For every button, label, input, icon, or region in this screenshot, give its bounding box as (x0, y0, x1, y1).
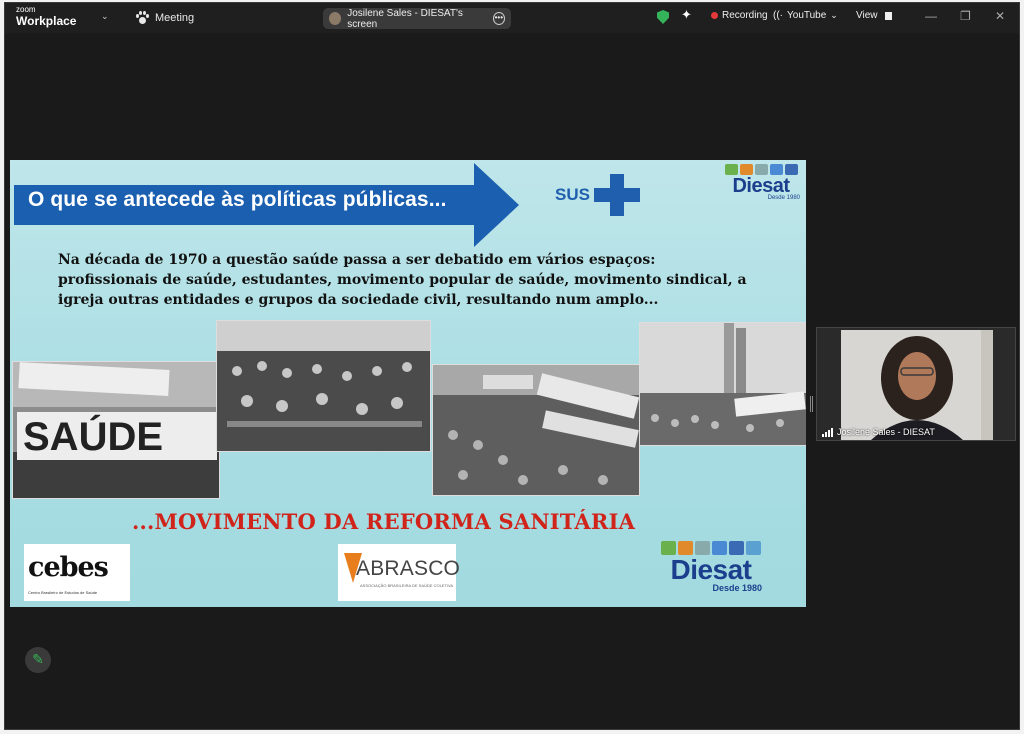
diesat-logo-top: Diesat Desde 1980 (722, 164, 800, 201)
sus-logo: SUS (555, 174, 640, 216)
brasilia-rally-photo (639, 322, 806, 446)
recording-label: Recording (722, 10, 768, 21)
resize-handle[interactable] (810, 396, 813, 412)
diesat-icons (660, 541, 762, 555)
brand-name-label: Workplace (16, 14, 77, 28)
annotate-pencil-icon[interactable]: ✎ (25, 647, 51, 673)
live-stream-icon: ((· (773, 10, 783, 21)
photo-banner-text: SAÚDE (23, 413, 163, 459)
view-button[interactable]: View (856, 10, 892, 21)
more-options-icon[interactable]: ••• (492, 12, 505, 25)
meeting-menu[interactable]: Meeting (135, 11, 194, 25)
view-label: View (856, 10, 878, 21)
participant-name-tag: Josilene Sales - DIESAT (822, 427, 935, 437)
assembly-photo (216, 320, 431, 452)
cebes-subtitle: Centro Brasileiro de Estudos de Saúde (28, 590, 98, 595)
zoom-window: zoom Workplace ⌄ Meeting Josilene Sales … (4, 2, 1020, 730)
participant-name: Josilene Sales - DIESAT (837, 427, 935, 437)
shared-slide: O que se antecede às políticas públicas.… (10, 160, 806, 607)
paw-icon (135, 11, 149, 25)
close-icon[interactable]: ✕ (995, 9, 1005, 23)
meeting-label: Meeting (155, 12, 195, 24)
ai-companion-icon[interactable]: ✦ (681, 7, 692, 23)
slide-paragraph: Na década de 1970 a questão saúde passa … (58, 252, 747, 308)
title-bar: zoom Workplace ⌄ Meeting Josilene Sales … (5, 3, 1019, 33)
recording-dot-icon (711, 12, 718, 19)
slide-title: O que se antecede às políticas públicas.… (28, 188, 447, 211)
audio-level-icon (822, 427, 833, 437)
security-shield-icon[interactable] (657, 10, 669, 24)
march-photo (432, 364, 640, 496)
cebes-name: cebes (28, 552, 109, 583)
recording-indicator[interactable]: Recording (711, 10, 768, 21)
participant-video-tile[interactable]: Josilene Sales - DIESAT (810, 327, 1016, 441)
diesat-name: Diesat (670, 554, 752, 585)
participant-video (841, 330, 993, 440)
abrasco-subtitle: ASSOCIAÇÃO BRASILEIRA DE SAÚDE COLETIVA (360, 583, 454, 588)
movement-title: ...MOVIMENTO DA REFORMA SANITÁRIA (132, 509, 636, 534)
sus-cross-icon (593, 174, 640, 216)
chevron-down-icon: ⌄ (830, 10, 838, 20)
zoom-workplace-logo[interactable]: zoom Workplace (16, 5, 77, 28)
chevron-down-icon[interactable]: ⌄ (101, 11, 109, 22)
diesat-icons (722, 164, 800, 175)
share-label: Josilene Sales - DIESAT's screen (347, 7, 463, 30)
abrasco-name: ABRASCO (356, 557, 461, 580)
abrasco-logo: ABRASCO ASSOCIAÇÃO BRASILEIRA DE SAÚDE C… (338, 544, 460, 601)
screen-share-indicator[interactable]: Josilene Sales - DIESAT's screen ••• (323, 7, 511, 30)
sus-label: SUS (555, 185, 590, 204)
view-layout-icon (884, 11, 892, 20)
diesat-logo-bottom: Diesat Desde 1980 (660, 541, 762, 593)
cebes-logo: cebes Centro Brasileiro de Estudos de Sa… (24, 544, 130, 601)
sharer-avatar (329, 12, 342, 25)
youtube-live-button[interactable]: ((· YouTube ⌄ (773, 10, 838, 21)
diesat-name: Diesat (732, 175, 790, 197)
protest-photo-saude: SAÚDE (12, 361, 220, 499)
minimize-icon[interactable]: — (925, 9, 937, 23)
youtube-label: YouTube (787, 10, 827, 21)
restore-icon[interactable]: ❐ (960, 9, 971, 23)
